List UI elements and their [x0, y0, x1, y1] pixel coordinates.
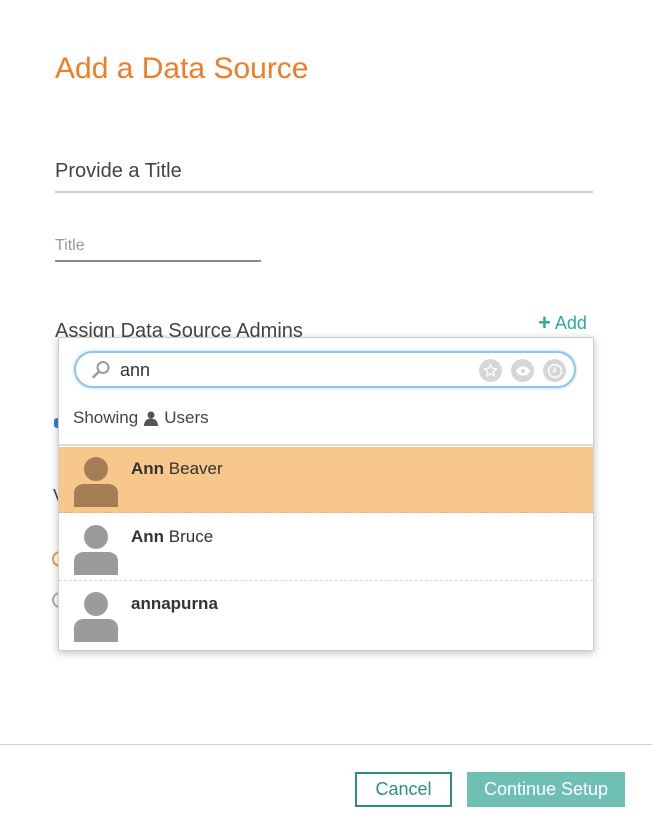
result-name: annapurna [131, 594, 218, 614]
add-admin-link[interactable]: + Add [538, 312, 587, 334]
add-label: Add [554, 312, 587, 333]
rest-text: Bruce [164, 527, 214, 546]
showing-type: Users [164, 408, 209, 427]
result-name: Ann Bruce [131, 527, 213, 547]
match-text: Ann [131, 527, 165, 546]
user-picker-dropdown: Showing Users Ann Beaver Ann Bruce annap… [58, 337, 594, 651]
search-input[interactable] [120, 359, 460, 381]
title-input[interactable] [55, 232, 261, 262]
result-name: Ann Beaver [131, 459, 223, 479]
cancel-button[interactable]: Cancel [355, 772, 452, 807]
match-text: annapurna [131, 594, 218, 613]
list-item[interactable]: annapurna [59, 582, 593, 648]
list-item[interactable]: Ann Beaver [59, 447, 593, 513]
avatar [74, 457, 118, 507]
divider [59, 444, 593, 446]
star-icon[interactable] [479, 359, 502, 382]
search-icon [92, 361, 110, 379]
clock-icon[interactable] [543, 359, 566, 382]
eye-icon[interactable] [511, 359, 534, 382]
list-item[interactable]: Ann Bruce [59, 515, 593, 581]
plus-icon: + [538, 310, 551, 335]
user-icon [144, 411, 159, 426]
avatar [74, 525, 118, 575]
section-title: Provide a Title [55, 160, 593, 193]
avatar [74, 592, 118, 642]
continue-setup-button[interactable]: Continue Setup [467, 772, 625, 807]
match-text: Ann [131, 459, 165, 478]
search-box[interactable] [74, 351, 576, 388]
page-title: Add a Data Source [55, 52, 309, 85]
rest-text: Beaver [164, 459, 223, 478]
showing-label: Showing Users [73, 408, 209, 428]
showing-prefix: Showing [73, 408, 139, 427]
footer-divider [0, 744, 652, 745]
